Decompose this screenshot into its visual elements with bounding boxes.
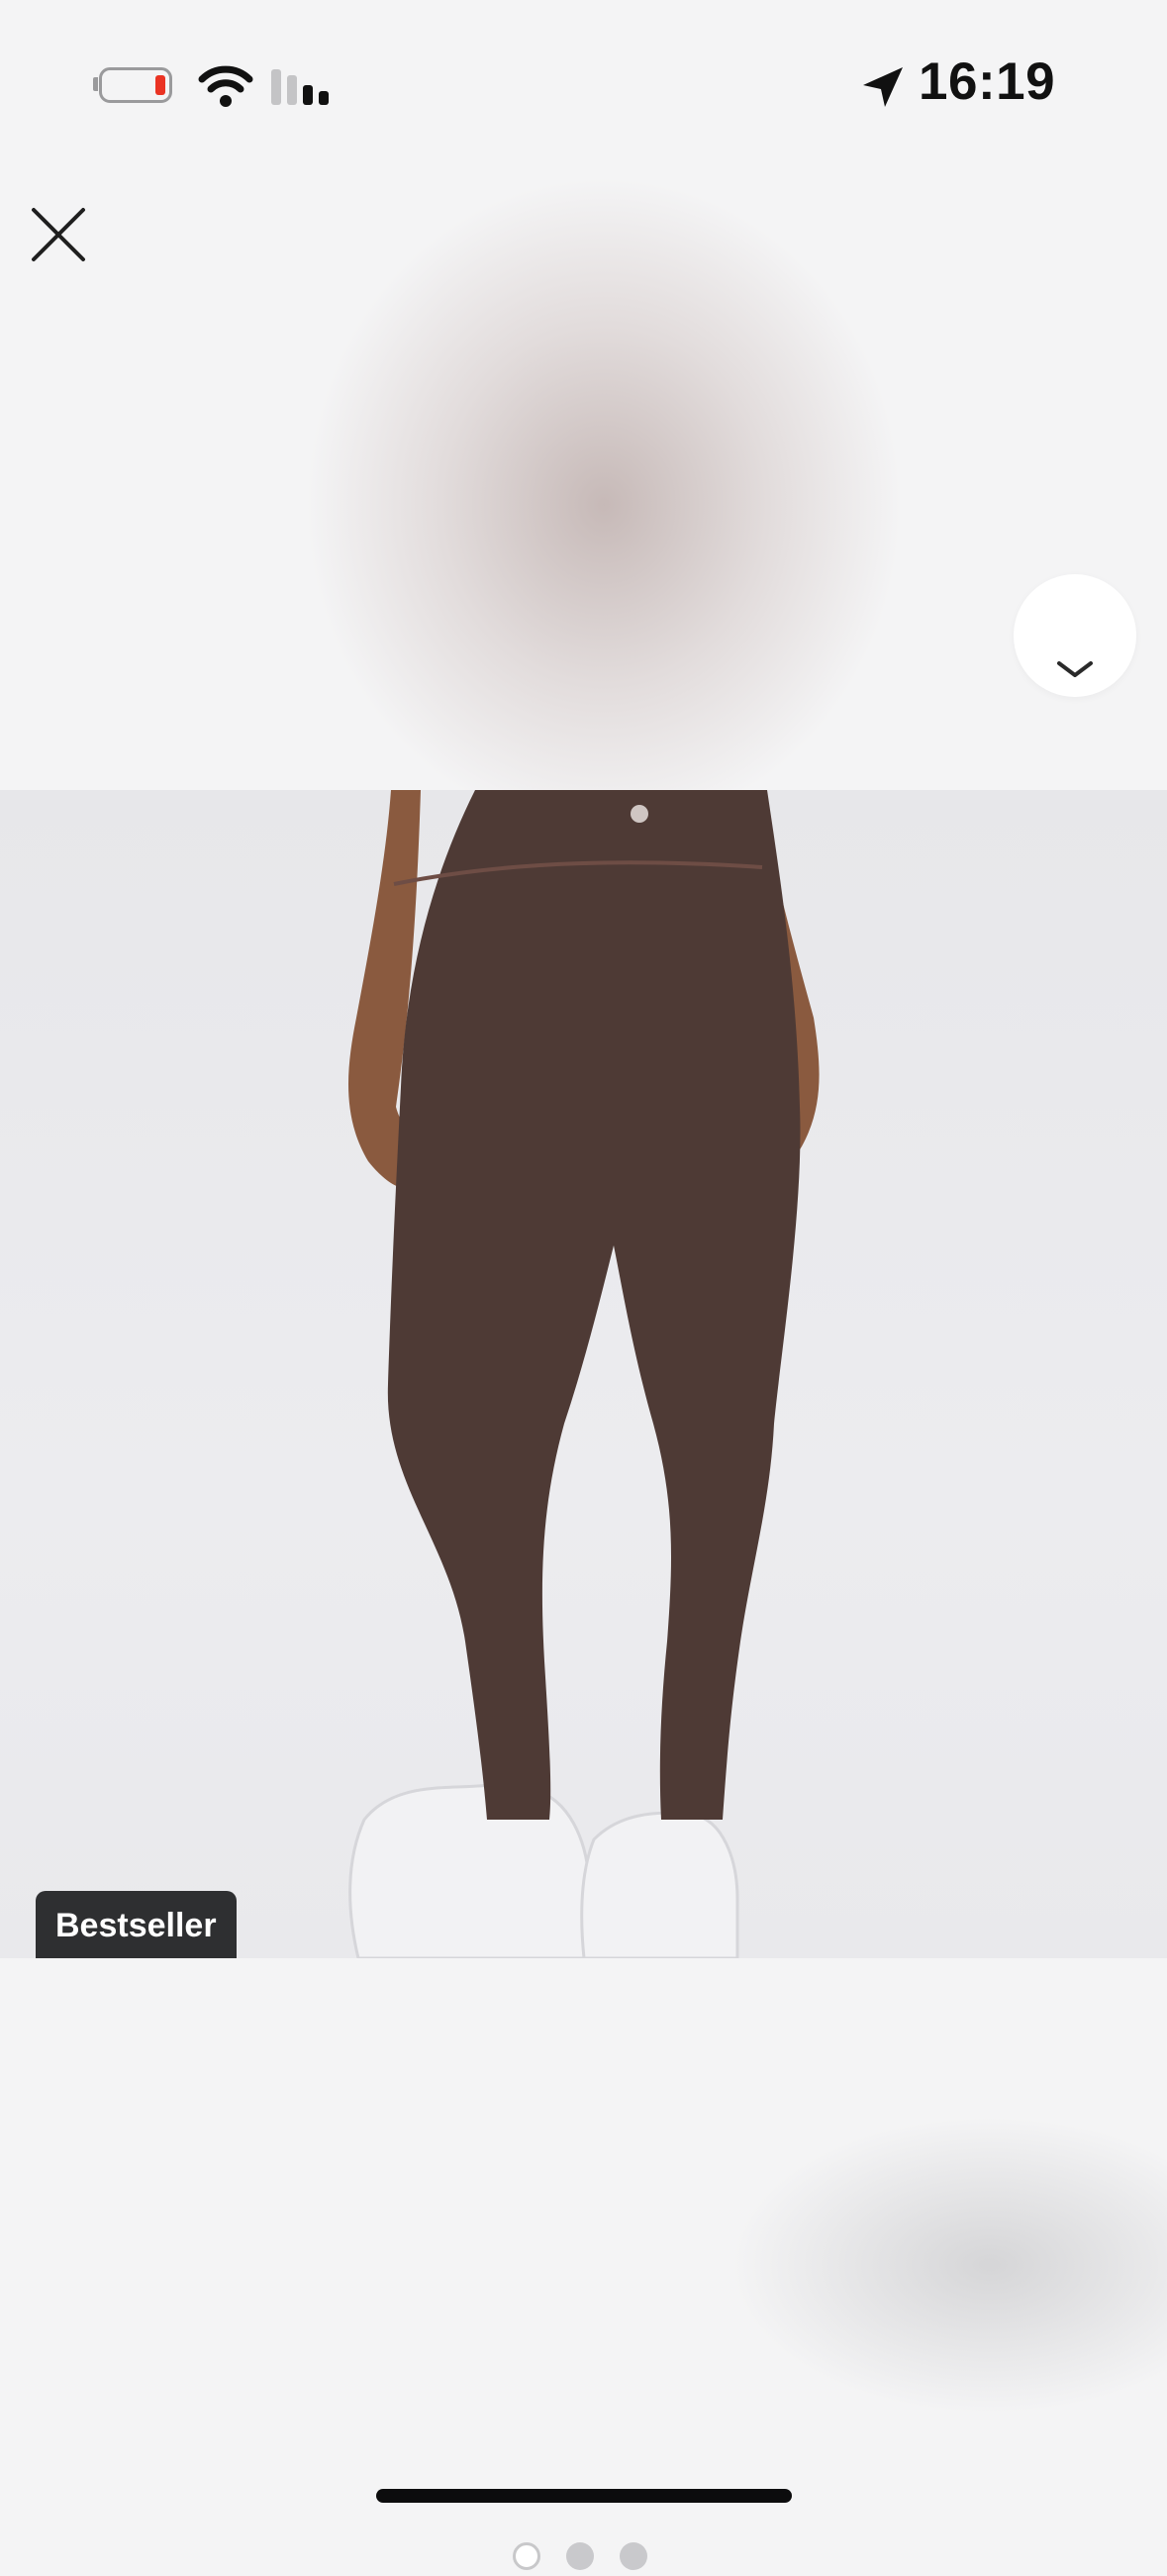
image-pager[interactable] — [513, 2542, 655, 2576]
battery-cap — [93, 77, 98, 91]
previous-image-blur — [0, 168, 1167, 790]
next-image-blur — [0, 1958, 1167, 2416]
pager-dot-3[interactable] — [620, 2542, 647, 2570]
bestseller-badge: Bestseller — [36, 1891, 237, 1958]
location-arrow-icon — [863, 67, 903, 107]
close-button[interactable] — [26, 202, 91, 267]
leggings-illustration — [347, 790, 820, 1958]
pager-dot-2[interactable] — [566, 2542, 594, 2570]
wifi-icon — [198, 65, 253, 107]
product-image[interactable] — [0, 790, 1167, 1958]
pager-dot-1[interactable] — [513, 2542, 540, 2570]
cellular-signal-icon — [271, 69, 329, 105]
product-image-gallery[interactable]: Bestseller — [0, 168, 1167, 2570]
home-indicator[interactable] — [376, 2489, 792, 2503]
close-icon — [32, 208, 85, 261]
status-time: 16:19 — [919, 52, 1056, 111]
chevron-down-icon — [1057, 661, 1093, 677]
collapse-button[interactable] — [1014, 574, 1136, 697]
battery-level — [155, 75, 165, 95]
status-bar: 16:19 — [0, 0, 1167, 168]
battery-low-icon — [99, 67, 172, 103]
